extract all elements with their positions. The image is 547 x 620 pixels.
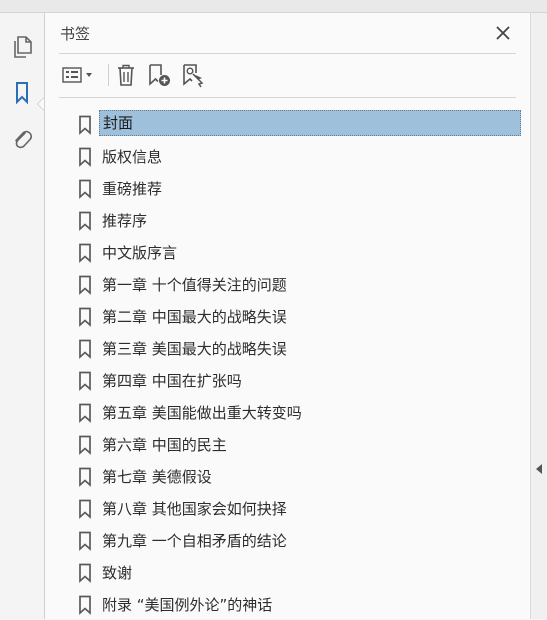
bookmark-icon bbox=[78, 211, 92, 235]
bookmark-label: 第三章 美国最大的战略失误 bbox=[102, 340, 287, 358]
bookmark-item[interactable]: 第五章 美国能做出重大转变吗 bbox=[71, 396, 523, 428]
bookmark-label: 第九章 一个自相矛盾的结论 bbox=[102, 532, 287, 550]
window-top-strip bbox=[0, 0, 547, 13]
bookmark-item[interactable]: 第四章 中国在扩张吗 bbox=[71, 364, 523, 396]
bookmark-item[interactable]: 附录 “美国例外论”的神话 bbox=[71, 588, 523, 620]
bookmark-icon bbox=[78, 403, 92, 427]
bookmark-icon bbox=[78, 499, 92, 523]
bookmark-label: 附录 “美国例外论”的神话 bbox=[102, 596, 273, 614]
bookmark-icon bbox=[78, 179, 92, 203]
close-icon bbox=[496, 26, 510, 40]
active-panel-pointer bbox=[37, 97, 44, 111]
bookmark-icon bbox=[78, 563, 92, 587]
bookmark-icon bbox=[78, 531, 92, 555]
bookmark-icon bbox=[78, 339, 92, 363]
bookmark-label: 重磅推荐 bbox=[102, 180, 163, 198]
bookmark-label: 第一章 十个值得关注的问题 bbox=[102, 276, 287, 294]
bookmark-label: 第六章 中国的民主 bbox=[102, 436, 227, 454]
bookmark-item[interactable]: 第二章 中国最大的战略失误 bbox=[71, 300, 523, 332]
bookmark-icon bbox=[78, 147, 92, 171]
bookmark-item[interactable]: 第一章 十个值得关注的问题 bbox=[71, 268, 523, 300]
bookmark-item[interactable]: 版权信息 bbox=[71, 140, 523, 172]
bookmark-item[interactable]: 封面 bbox=[71, 108, 523, 140]
find-bookmark-button[interactable] bbox=[179, 62, 207, 88]
bookmark-item[interactable]: 推荐序 bbox=[71, 204, 523, 236]
bookmark-label: 致谢 bbox=[102, 564, 133, 582]
navigation-pane-toolbar bbox=[0, 13, 45, 619]
panel-title: 书签 bbox=[60, 25, 91, 43]
new-bookmark-button[interactable] bbox=[145, 62, 173, 88]
bookmark-item[interactable]: 第三章 美国最大的战略失误 bbox=[71, 332, 523, 364]
bookmark-list: 封面版权信息重磅推荐推荐序中文版序言第一章 十个值得关注的问题 第二章 中国最大的… bbox=[71, 108, 523, 620]
bookmark-icon bbox=[78, 595, 92, 619]
toolbar-divider-bottom bbox=[59, 97, 516, 98]
delete-bookmark-button[interactable] bbox=[113, 62, 139, 88]
bookmark-icon bbox=[78, 467, 92, 491]
bookmark-label: 第四章 中国在扩张吗 bbox=[102, 372, 242, 390]
bookmark-toolbar bbox=[59, 60, 519, 90]
options-dropdown-button[interactable] bbox=[59, 62, 99, 88]
bookmark-item[interactable]: 第六章 中国的民主 bbox=[71, 428, 523, 460]
bookmark-icon bbox=[78, 371, 92, 395]
bookmark-label: 第八章 其他国家会如何抉择 bbox=[102, 500, 287, 518]
bookmark-icon bbox=[78, 435, 92, 459]
bookmark-icon bbox=[78, 243, 92, 267]
bookmark-label: 第七章 美德假设 bbox=[102, 468, 212, 486]
bookmark-label: 封面 bbox=[99, 110, 521, 136]
bookmark-label: 推荐序 bbox=[102, 212, 148, 230]
collapse-left-arrow-icon[interactable] bbox=[536, 464, 542, 474]
bookmark-label: 版权信息 bbox=[102, 148, 163, 166]
bookmark-panel-icon[interactable] bbox=[8, 79, 36, 107]
bookmark-item[interactable]: 中文版序言 bbox=[71, 236, 523, 268]
new-bookmark-icon bbox=[149, 64, 170, 86]
attachment-icon[interactable] bbox=[8, 125, 36, 153]
bookmark-label: 第五章 美国能做出重大转变吗 bbox=[102, 404, 302, 422]
bookmark-item[interactable]: 重磅推荐 bbox=[71, 172, 523, 204]
bookmark-label: 第二章 中国最大的战略失误 bbox=[102, 308, 287, 326]
find-bookmark-icon bbox=[183, 64, 204, 88]
trash-icon bbox=[118, 64, 134, 86]
bookmark-item[interactable]: 第七章 美德假设 bbox=[71, 460, 523, 492]
right-collapse-bar[interactable] bbox=[530, 13, 547, 619]
bookmarks-panel: 书签 封面 版权信息 重磅推荐 推荐序 中文版序言 第一章 十个值得关注的问题 … bbox=[45, 13, 530, 619]
bookmark-item[interactable]: 第九章 一个自相矛盾的结论 bbox=[71, 524, 523, 556]
header-divider bbox=[59, 53, 516, 54]
toolbar-divider bbox=[108, 64, 109, 86]
bookmark-item[interactable]: 致谢 bbox=[71, 556, 523, 588]
bookmark-label: 中文版序言 bbox=[102, 244, 178, 262]
panel-header: 书签 bbox=[60, 21, 515, 45]
close-button[interactable] bbox=[491, 21, 515, 45]
bookmark-icon bbox=[78, 115, 92, 139]
bookmark-icon bbox=[78, 307, 92, 331]
bookmark-item[interactable]: 第八章 其他国家会如何抉择 bbox=[71, 492, 523, 524]
pages-thumbnail-icon[interactable] bbox=[8, 33, 36, 61]
bookmark-icon bbox=[78, 275, 92, 299]
